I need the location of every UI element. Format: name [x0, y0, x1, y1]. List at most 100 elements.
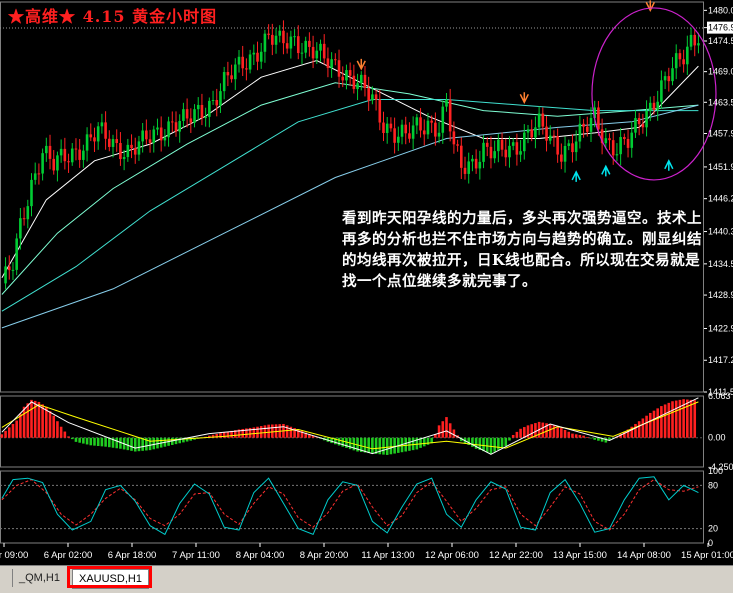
- price-tick-label: 1474.5: [708, 36, 733, 46]
- macd-histogram-bar: [426, 437, 430, 445]
- candle-body: [215, 99, 219, 106]
- candle-body: [126, 144, 130, 158]
- macd-histogram-bar: [563, 429, 567, 438]
- price-tick-label: 1434.5: [708, 259, 733, 269]
- candle-body: [563, 145, 567, 162]
- price-tick-label: 1451.9: [708, 162, 733, 172]
- candle-body: [560, 154, 563, 162]
- macd-histogram-bar: [115, 437, 119, 449]
- candle-body: [452, 131, 456, 145]
- candle-body: [363, 74, 367, 88]
- candle-body: [397, 136, 400, 143]
- candle-body: [526, 129, 530, 133]
- macd-histogram-bar: [374, 437, 378, 454]
- macd-histogram-bar: [411, 437, 415, 451]
- candle-body: [170, 121, 174, 123]
- candle-body: [115, 139, 119, 143]
- macd-histogram-bar: [337, 437, 341, 446]
- candle-body: [574, 141, 578, 153]
- candle-body: [511, 142, 515, 146]
- candle-body: [248, 54, 252, 70]
- macd-histogram-bar: [226, 431, 230, 438]
- macd-histogram-bar: [89, 437, 93, 446]
- candle-body: [219, 91, 222, 106]
- macd-histogram-bar: [271, 424, 274, 438]
- candle-body: [100, 122, 104, 127]
- macd-histogram-bar: [100, 437, 104, 447]
- candle-body: [211, 99, 215, 101]
- time-tick-label: 7 Apr 11:00: [172, 550, 220, 561]
- macd-histogram-bar: [511, 434, 515, 438]
- macd-histogram-bar: [63, 431, 67, 438]
- candle-body: [456, 144, 459, 146]
- macd-histogram-bar: [578, 434, 582, 438]
- analysis-annotation: 看到昨天阳孕线的力量后，多头再次强势逼空。技术上再多的分析也拦不住市场方向与趋势…: [342, 210, 702, 290]
- price-tick-label: 1463.5: [708, 97, 733, 107]
- macd-histogram-bar: [597, 437, 600, 441]
- candle-body: [193, 109, 196, 123]
- candle-body: [682, 59, 685, 65]
- candle-body: [82, 150, 85, 160]
- candle-body: [626, 139, 630, 148]
- candle-body: [463, 167, 467, 174]
- candle-body: [571, 143, 574, 153]
- macd-histogram-bar: [508, 437, 511, 441]
- candle-body: [382, 122, 385, 134]
- macd-histogram-bar: [663, 404, 667, 438]
- chart-window[interactable]: 1480.0 1476.9 1474.5 1469.0 1463.5 1457.9 1451…: [0, 0, 733, 565]
- candle-body: [296, 36, 300, 54]
- macd-histogram-bar: [37, 401, 41, 438]
- macd-histogram-bar: [45, 406, 48, 438]
- candle-body: [319, 43, 322, 51]
- candle-body: [45, 145, 48, 154]
- candle-body: [341, 76, 345, 81]
- price-tick-label: 1480.0: [708, 5, 733, 15]
- macd-histogram-bar: [485, 437, 489, 453]
- candle-body: [445, 99, 448, 107]
- macd-histogram-bar: [267, 424, 270, 438]
- candle-body: [522, 132, 526, 152]
- tab-qm-h1[interactable]: _QM,H1: [12, 569, 66, 587]
- candle-body: [545, 126, 548, 141]
- candle-body: [148, 139, 152, 143]
- candle-body: [611, 140, 615, 156]
- candle-body: [237, 56, 241, 65]
- macd-histogram-bar: [48, 411, 52, 438]
- candle-body: [108, 138, 111, 147]
- candle-body: [293, 36, 296, 38]
- candle-body: [137, 141, 141, 155]
- macd-histogram-bar: [674, 400, 678, 438]
- candle-body: [19, 218, 22, 239]
- macd-histogram-bar: [504, 437, 508, 447]
- candle-body: [660, 80, 663, 102]
- candle-body: [11, 269, 15, 271]
- candle-body: [196, 104, 200, 110]
- candle-body: [104, 122, 107, 139]
- candle-body: [167, 121, 170, 138]
- macd-histogram-bar: [445, 417, 448, 438]
- macd-histogram-bar: [637, 421, 641, 438]
- candle-body: [256, 52, 259, 62]
- macd-histogram-bar: [363, 437, 367, 453]
- candle-body: [271, 34, 274, 45]
- macd-histogram-bar: [404, 437, 408, 452]
- time-tick-label: 12 Apr 06:00: [425, 550, 479, 561]
- candle-body: [200, 104, 204, 119]
- candle-body: [519, 151, 522, 155]
- macd-histogram-bar: [0, 434, 4, 438]
- candle-body: [548, 135, 552, 141]
- candle-body: [159, 127, 163, 141]
- candle-body: [400, 124, 404, 137]
- candle-body: [534, 127, 537, 138]
- candle-body: [337, 60, 341, 77]
- macd-histogram-bar: [422, 437, 426, 447]
- candle-body: [30, 179, 33, 207]
- price-tick-label: 1417.2: [708, 355, 733, 365]
- candle-body: [578, 123, 582, 142]
- candle-body: [267, 33, 270, 35]
- candle-body: [493, 151, 496, 159]
- macd-histogram-bar: [382, 437, 385, 455]
- candle-body: [374, 94, 378, 100]
- candle-body: [70, 148, 74, 163]
- candle-body: [122, 157, 126, 160]
